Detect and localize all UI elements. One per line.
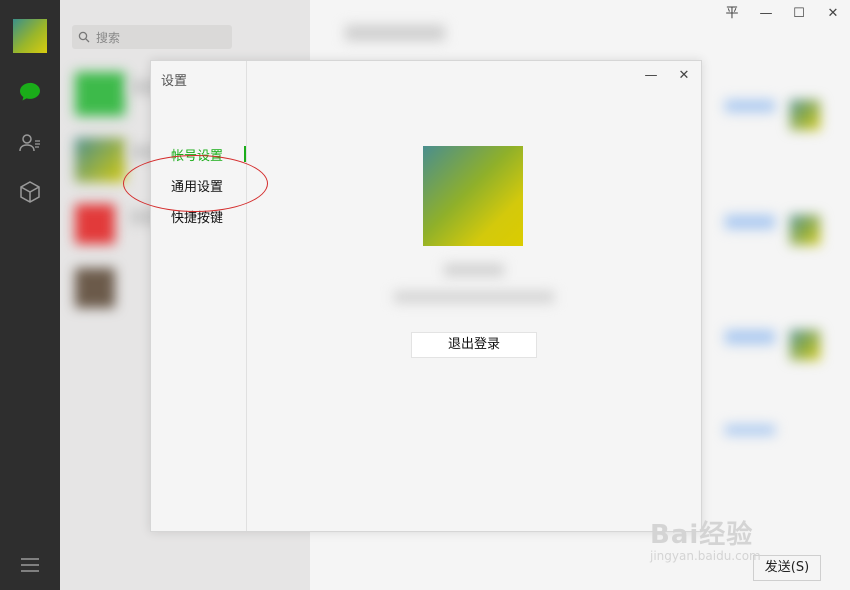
- settings-dialog: 帐号设置 通用设置 快捷按键 设置 — ✕ 退出登录: [150, 60, 702, 532]
- send-button[interactable]: 发送(S): [753, 555, 821, 581]
- maximize-button[interactable]: ☐: [789, 4, 809, 24]
- cube-icon[interactable]: [18, 180, 42, 204]
- profile-avatar: [423, 146, 523, 246]
- message-bubble: [725, 100, 775, 112]
- chat-thumb: [75, 72, 125, 116]
- search-placeholder: 搜索: [96, 31, 121, 45]
- message-bubble: [725, 425, 775, 435]
- watermark: Bai经验 jingyan.baidu.com: [650, 514, 761, 563]
- contacts-icon[interactable]: [18, 131, 42, 155]
- settings-nav: 帐号设置 通用设置 快捷按键: [151, 61, 247, 531]
- message-bubble: [725, 215, 775, 229]
- chat-icon[interactable]: [18, 80, 42, 104]
- message-avatar: [790, 330, 820, 360]
- close-button[interactable]: ✕: [823, 4, 843, 24]
- dialog-title: 设置: [161, 74, 188, 89]
- account-id: [394, 291, 554, 303]
- window-controls: 平 — ☐ ✕: [0, 0, 850, 28]
- nickname: [444, 264, 504, 276]
- active-indicator: [244, 146, 246, 162]
- chat-thumb: [75, 204, 115, 244]
- chat-thumb: [75, 268, 115, 308]
- pin-button[interactable]: 平: [722, 4, 742, 24]
- left-sidebar: [0, 0, 60, 590]
- chat-thumb: [75, 138, 125, 182]
- message-bubble: [725, 330, 775, 344]
- search-input[interactable]: 搜索: [72, 25, 232, 49]
- annotation-ellipse: [123, 155, 268, 212]
- message-avatar: [790, 100, 820, 130]
- message-avatar: [790, 215, 820, 245]
- dialog-minimize-button[interactable]: —: [642, 67, 660, 85]
- search-icon: [78, 31, 90, 43]
- watermark-brand: Bai经验: [650, 520, 754, 550]
- dialog-close-button[interactable]: ✕: [675, 67, 693, 85]
- logout-button[interactable]: 退出登录: [411, 332, 537, 358]
- watermark-url: jingyan.baidu.com: [650, 549, 761, 563]
- minimize-button[interactable]: —: [756, 4, 776, 24]
- menu-icon[interactable]: [18, 553, 42, 577]
